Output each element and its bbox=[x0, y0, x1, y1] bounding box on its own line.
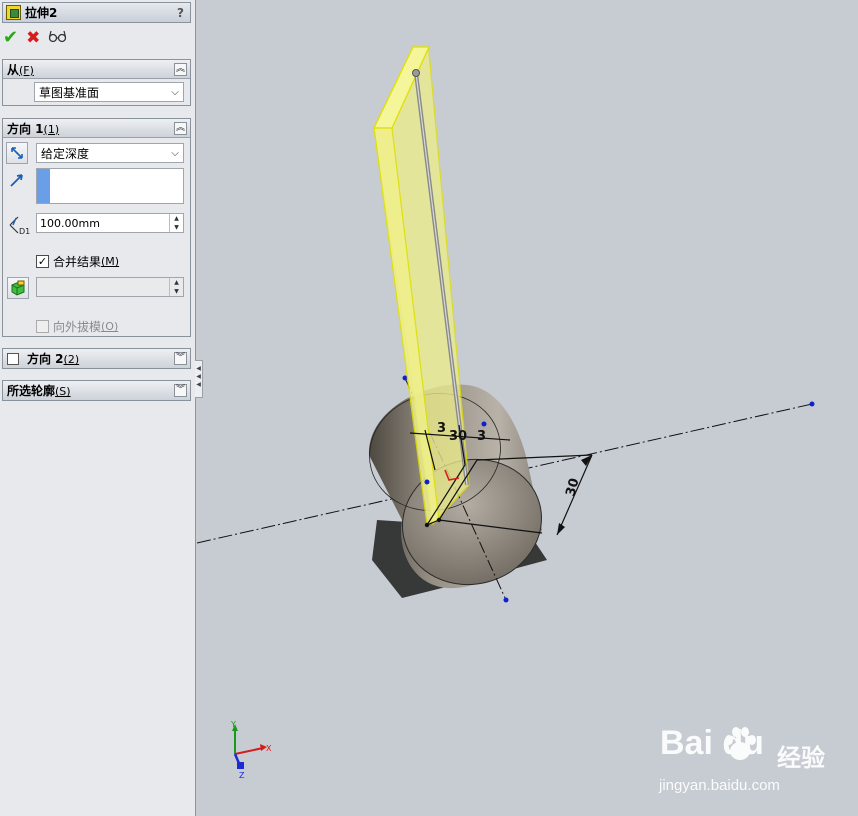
baidu-watermark: Bai du 经验 jingyan.baidu.com bbox=[657, 724, 857, 794]
collapse-up-icon[interactable]: ︽ bbox=[174, 62, 187, 76]
axis-endpoint bbox=[809, 401, 815, 407]
direction-vector-icon bbox=[9, 172, 25, 191]
dimension-label[interactable]: 3 bbox=[437, 421, 446, 436]
graphics-viewport[interactable]: 3 30 3 30 bbox=[197, 0, 858, 816]
depth-dimension-icon: D1 bbox=[7, 214, 31, 239]
draft-angle-input[interactable]: ▲ ▼ bbox=[36, 277, 184, 297]
extrude-feature-icon bbox=[6, 5, 21, 20]
glasses-icon[interactable] bbox=[48, 29, 68, 48]
direction1-group-hotkey: (1) bbox=[43, 122, 60, 136]
draft-outward-checkbox[interactable]: 向外拔模 (O) bbox=[36, 318, 118, 335]
draft-outward-check[interactable] bbox=[36, 320, 49, 333]
draft-outward-hotkey: (O) bbox=[101, 320, 119, 333]
direction1-group-header[interactable]: 方向 1(1) ︽ bbox=[3, 119, 190, 138]
feature-titlebar: 拉伸2 ? bbox=[2, 2, 191, 23]
contours-group-title: 所选轮廓 bbox=[7, 384, 56, 398]
draft-angle-spinner[interactable]: ▲ ▼ bbox=[169, 278, 183, 296]
from-group-title: 从 bbox=[7, 62, 20, 77]
direction-reference-listbox[interactable] bbox=[36, 168, 184, 204]
from-start-condition-value: 草图基准面 bbox=[39, 85, 100, 100]
x-icon[interactable]: ✖ bbox=[26, 29, 40, 47]
contours-group: 所选轮廓(S) ︾ bbox=[2, 380, 191, 401]
triad-y-label: Y bbox=[230, 720, 236, 729]
rod-top-point bbox=[412, 69, 420, 77]
draft-outward-label: 向外拔模 bbox=[53, 320, 102, 334]
sketch-point bbox=[424, 479, 430, 485]
triad-z-label: Z bbox=[239, 771, 245, 780]
model-scene: 3 30 3 30 bbox=[197, 46, 815, 603]
from-group-header[interactable]: 从(F) ︽ bbox=[3, 60, 190, 79]
action-row: ✔ ✖ bbox=[3, 28, 68, 48]
selection-color-swatch bbox=[37, 169, 50, 203]
depth-input[interactable]: 100.00mm ▲ ▼ bbox=[36, 213, 184, 233]
dimension-arrow bbox=[581, 455, 592, 466]
axis-point-bottom bbox=[503, 597, 509, 603]
chevron-down-icon: ⌵ bbox=[171, 147, 179, 159]
direction2-group-hotkey: (2) bbox=[63, 353, 80, 366]
draft-icon bbox=[11, 280, 25, 296]
end-condition-value: 给定深度 bbox=[41, 146, 90, 161]
contours-group-header[interactable]: 所选轮廓(S) ︾ bbox=[3, 381, 190, 400]
merge-result-check[interactable]: ✓ bbox=[36, 255, 49, 268]
merge-result-label: 合并结果 bbox=[53, 255, 102, 269]
end-condition-select[interactable]: 给定深度 ⌵ bbox=[36, 143, 184, 163]
contours-group-hotkey: (S) bbox=[55, 385, 71, 398]
watermark-experience: 经验 bbox=[777, 745, 825, 772]
dimension-label[interactable]: 30 bbox=[563, 477, 582, 498]
merge-result-hotkey: (M) bbox=[101, 255, 120, 268]
paw-icon bbox=[720, 724, 760, 767]
checkmark-icon[interactable]: ✔ bbox=[3, 29, 18, 47]
reverse-direction-button[interactable] bbox=[6, 142, 28, 164]
reference-triad: Y X Z bbox=[223, 718, 283, 787]
svg-text:D1: D1 bbox=[19, 227, 30, 236]
sketch-point bbox=[481, 421, 487, 427]
chevron-down-icon: ⌵ bbox=[171, 86, 179, 98]
direction1-group: 方向 1(1) ︽ 给定深度 ⌵ D1 100.00mm ▲ ▼ ✓ 合并结果 (M… bbox=[2, 118, 191, 337]
from-group-hotkey: (F) bbox=[19, 63, 34, 77]
feature-title: 拉伸2 bbox=[25, 6, 58, 20]
expand-down-icon[interactable]: ︾ bbox=[174, 384, 187, 397]
direction2-enable-checkbox[interactable] bbox=[7, 352, 19, 365]
triad-x-label: X bbox=[266, 744, 272, 753]
property-manager-panel: 拉伸2 ? ✔ ✖ 从(F) ︽ 草图基准面 ⌵ 方向 1(1) ︽ 给定深度 … bbox=[0, 0, 196, 816]
draft-toggle-button[interactable] bbox=[7, 277, 29, 299]
expand-down-icon[interactable]: ︾ bbox=[174, 352, 187, 365]
direction2-group: 方向 2(2) ︾ bbox=[2, 348, 191, 369]
reverse-direction-icon bbox=[11, 147, 23, 159]
direction2-group-header[interactable]: 方向 2(2) ︾ bbox=[3, 349, 190, 368]
help-button[interactable]: ? bbox=[177, 6, 184, 20]
direction2-group-title: 方向 2 bbox=[27, 352, 64, 366]
from-group: 从(F) ︽ 草图基准面 ⌵ bbox=[2, 59, 191, 106]
watermark-url: jingyan.baidu.com bbox=[659, 777, 780, 794]
direction1-group-title: 方向 1 bbox=[7, 121, 44, 136]
depth-spinner[interactable]: ▲ ▼ bbox=[169, 214, 183, 232]
dimension-arrow bbox=[557, 523, 565, 535]
collapse-up-icon[interactable]: ︽ bbox=[174, 121, 187, 135]
sketch-point bbox=[436, 517, 442, 523]
from-start-condition-select[interactable]: 草图基准面 ⌵ bbox=[34, 82, 184, 102]
sketch-point bbox=[424, 522, 430, 528]
merge-result-checkbox[interactable]: ✓ 合并结果 (M) bbox=[36, 253, 119, 270]
dimension-label[interactable]: 30 bbox=[449, 429, 467, 444]
dimension-label[interactable]: 3 bbox=[477, 429, 486, 444]
depth-value: 100.00mm bbox=[40, 216, 100, 230]
